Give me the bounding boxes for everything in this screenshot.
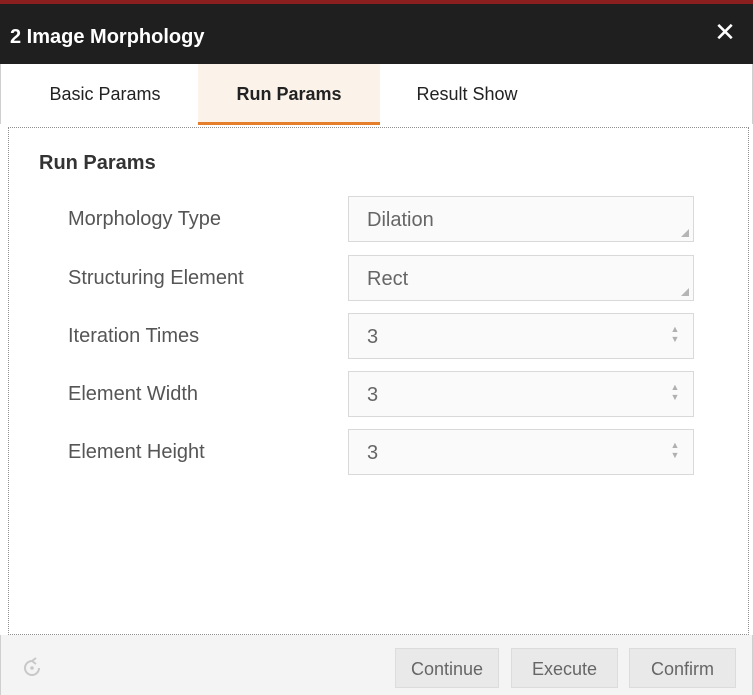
iteration-times-stepper[interactable]: 3 ▲ ▼ [348,313,694,359]
element-width-stepper[interactable]: 3 ▲ ▼ [348,371,694,417]
spinner-down-icon[interactable]: ▼ [669,450,681,460]
spinner-arrows-icon[interactable]: ▲ ▼ [669,440,681,464]
spinner-arrows-icon[interactable]: ▲ ▼ [669,382,681,406]
dropdown-corner-icon [681,229,689,237]
spinner-up-icon[interactable]: ▲ [669,382,681,392]
iteration-times-label: Iteration Times [68,325,200,347]
continue-button[interactable]: Continue [395,648,499,688]
spinner-arrows-icon[interactable]: ▲ ▼ [669,324,681,348]
title-bar: 2 Image Morphology ✕ [0,0,753,64]
tab-run-params[interactable]: Run Params [198,64,380,125]
dialog-footer: Continue Execute Confirm [0,635,753,695]
run-params-panel: Run Params Morphology Type Dilation Stru… [8,127,749,635]
close-icon[interactable]: ✕ [713,19,737,45]
iteration-times-value: 3 [367,326,379,348]
confirm-button[interactable]: Confirm [629,648,736,688]
tab-bar: Basic Params Run Params Result Show [0,64,753,125]
structuring-element-select[interactable]: Rect [348,255,694,301]
structuring-element-value: Rect [367,268,409,290]
structuring-element-label: Structuring Element [68,267,244,289]
element-height-value: 3 [367,442,379,464]
dialog-title: 2 Image Morphology [10,26,205,48]
spinner-down-icon[interactable]: ▼ [669,392,681,402]
spinner-up-icon[interactable]: ▲ [669,324,681,334]
tab-basic-params[interactable]: Basic Params [25,64,185,122]
execute-button[interactable]: Execute [511,648,618,688]
morphology-type-select[interactable]: Dilation [348,196,694,242]
refresh-icon[interactable] [21,657,43,679]
dropdown-corner-icon [681,288,689,296]
element-height-label: Element Height [68,441,205,463]
element-height-stepper[interactable]: 3 ▲ ▼ [348,429,694,475]
element-width-value: 3 [367,384,379,406]
tab-result-show[interactable]: Result Show [387,64,547,122]
morphology-type-label: Morphology Type [68,208,222,230]
element-width-label: Element Width [68,383,199,405]
image-morphology-dialog: 2 Image Morphology ✕ Basic Params Run Pa… [0,0,753,695]
spinner-down-icon[interactable]: ▼ [669,334,681,344]
morphology-type-value: Dilation [367,209,434,231]
section-title: Run Params [39,152,156,174]
spinner-up-icon[interactable]: ▲ [669,440,681,450]
